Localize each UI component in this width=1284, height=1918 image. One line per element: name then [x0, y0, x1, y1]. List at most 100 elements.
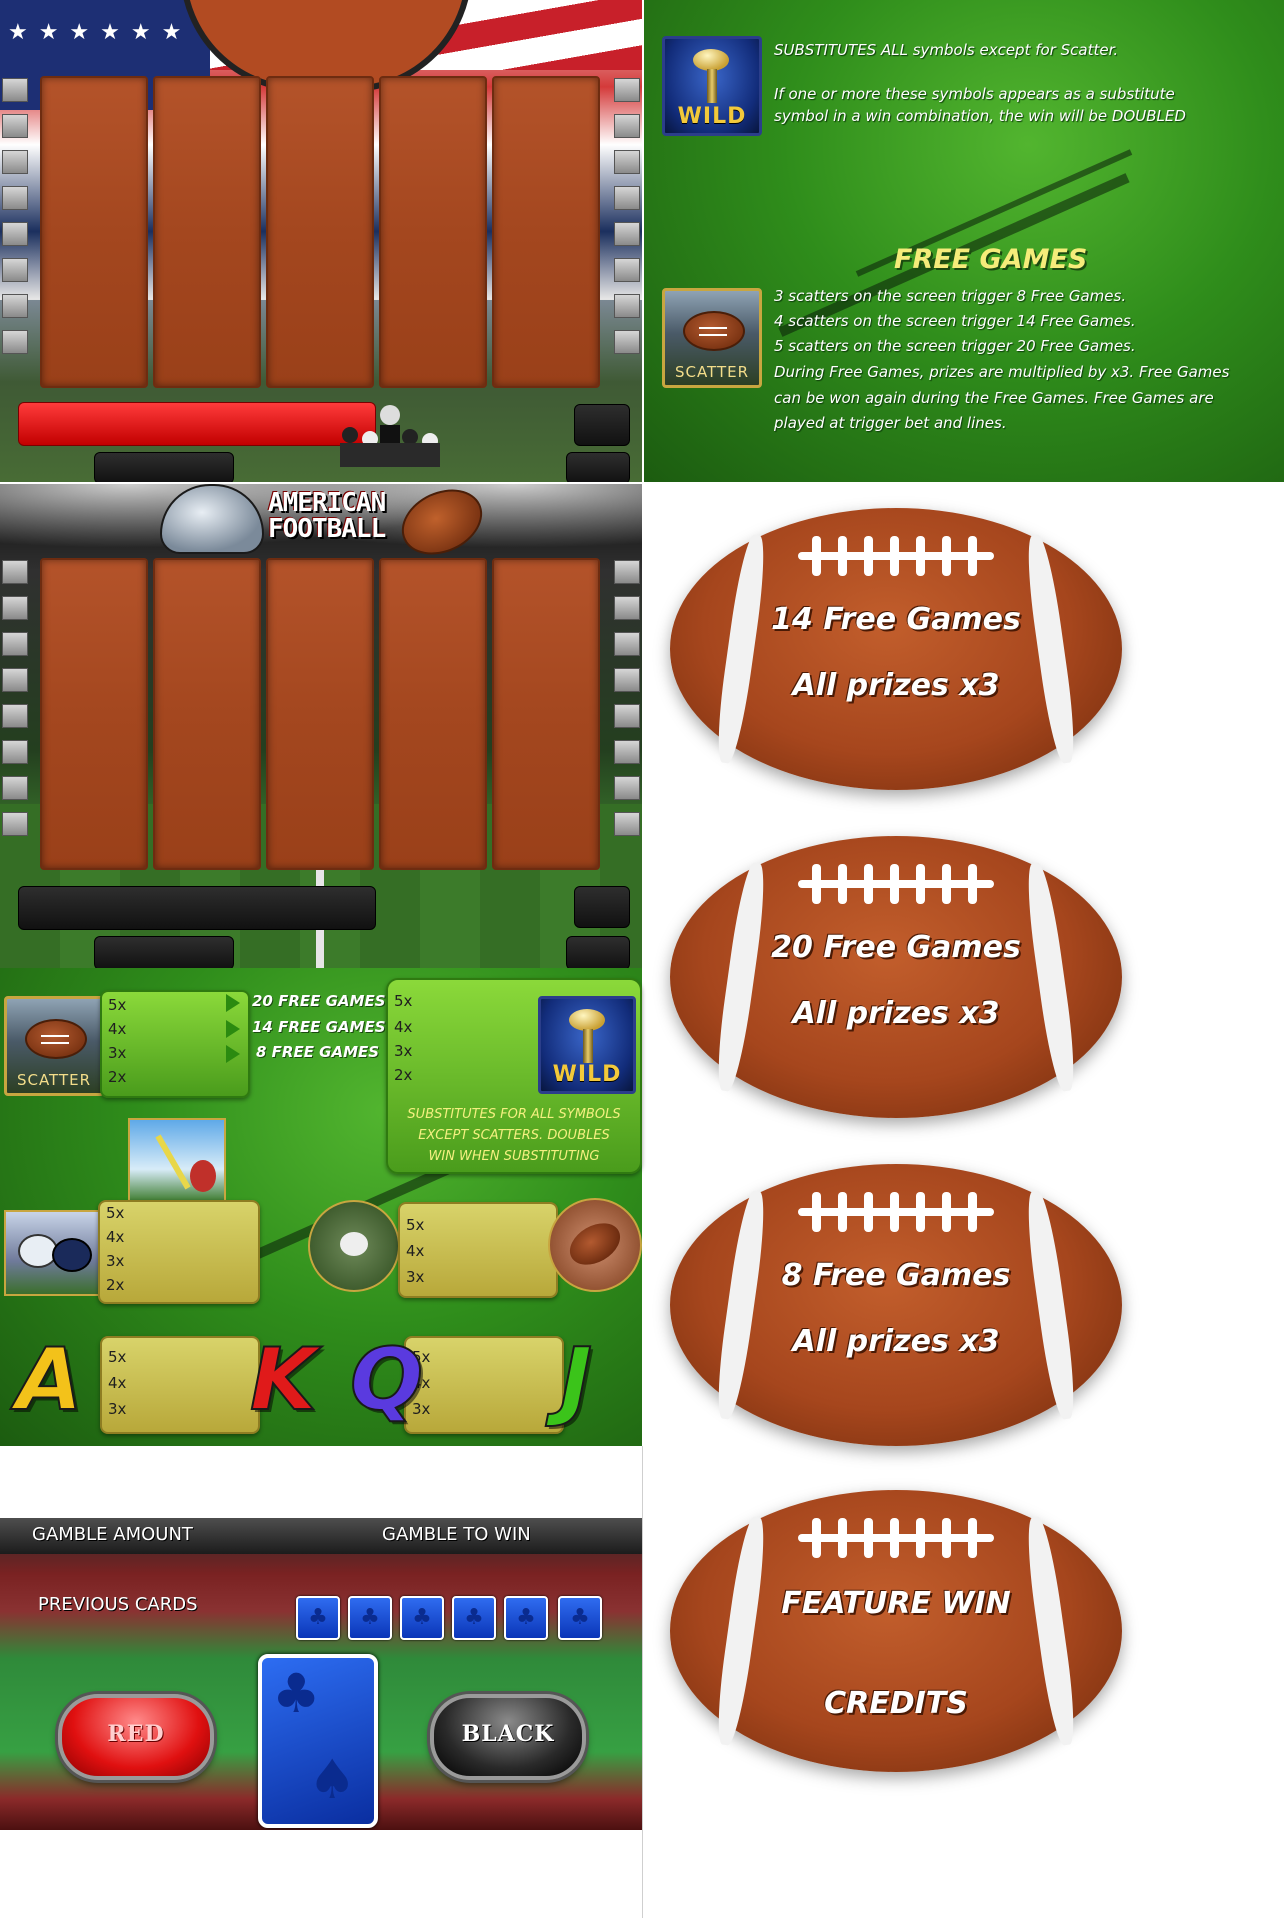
right-payline-markers — [614, 560, 640, 848]
pay-row: 3x — [108, 1044, 127, 1062]
reel-3 — [266, 76, 374, 388]
arrow-icon — [226, 994, 240, 1012]
logo-line-1: AMERICAN — [268, 488, 386, 518]
feature-ball-8: 8 Free Games All prizes x3 — [670, 1164, 1122, 1446]
credit-display — [94, 936, 234, 968]
free-line-1: 3 scatters on the screen trigger 8 Free … — [774, 287, 1127, 305]
gamble-screen: GAMBLE AMOUNT GAMBLE TO WIN PREVIOUS CAR… — [0, 1518, 642, 1830]
spade-icon: ♠ — [308, 1748, 357, 1811]
scatter-symbol-label: SCATTER — [674, 363, 750, 381]
gamble-amount-label: GAMBLE AMOUNT — [32, 1524, 193, 1545]
pay-row: 3x — [108, 1400, 127, 1418]
wild-symbol-icon: WILD — [662, 36, 762, 136]
tackle-symbol-icon — [308, 1200, 400, 1292]
spin-button[interactable] — [566, 452, 630, 482]
ball-line-1: FEATURE WIN — [781, 1586, 1011, 1621]
laces-icon — [798, 1514, 994, 1562]
pay-row: 4x — [106, 1228, 125, 1246]
reel-5 — [492, 76, 600, 388]
pay-row: 2x — [108, 1068, 127, 1086]
pay-row: 3x — [406, 1268, 425, 1286]
pay-row: 5x — [108, 996, 127, 1014]
pay-row: 5x — [394, 992, 413, 1010]
football-symbol-icon — [548, 1198, 642, 1292]
face-down-card: ♣ ♠ — [258, 1654, 378, 1828]
previous-card-1: ♣ — [296, 1596, 340, 1640]
pay-row: 2x — [106, 1276, 125, 1294]
reel-2 — [153, 558, 261, 870]
feature-ball-14: 14 Free Games All prizes x3 — [670, 508, 1122, 790]
letter-k-symbol: K — [249, 1329, 318, 1431]
letter-a-symbol: A — [15, 1329, 84, 1431]
spin-button[interactable] — [566, 936, 630, 968]
free-games-title: FREE GAMES — [894, 244, 1088, 275]
ball-line-2: All prizes x3 — [792, 1324, 1000, 1359]
scatter-paytable-label: SCATTER — [16, 1071, 92, 1089]
ball-line-2: All prizes x3 — [792, 668, 1000, 703]
laces-icon — [798, 860, 994, 908]
scatter-prize-14: 14 FREE GAMES — [252, 1018, 386, 1036]
previous-card-3: ♣ — [400, 1596, 444, 1640]
reels-screen-stadium: AMERICAN FOOTBALL — [0, 484, 642, 968]
wild-symbol-icon: WILD — [538, 996, 636, 1094]
players-scene — [340, 405, 440, 467]
feature-ball-win: FEATURE WIN CREDITS — [670, 1490, 1122, 1772]
bet-button[interactable] — [574, 404, 630, 446]
pay-row: 4x — [406, 1242, 425, 1260]
wild-note-1: SUBSTITUTES FOR ALL SYMBOLS — [407, 1107, 621, 1122]
ball-line-2: All prizes x3 — [792, 996, 1000, 1031]
arrow-icon — [226, 1020, 240, 1038]
goalpost-symbol-icon — [128, 1118, 226, 1204]
win-message-bar — [18, 886, 376, 930]
reel-4 — [379, 76, 487, 388]
ball-line-1: 20 Free Games — [771, 930, 1021, 965]
reel-2 — [153, 76, 261, 388]
wild-note-3: WIN WHEN SUBSTITUTING — [428, 1149, 600, 1164]
arrow-icon — [226, 1045, 240, 1063]
pay-row: 4x — [108, 1020, 127, 1038]
reel-5 — [492, 558, 600, 870]
red-button[interactable]: RED — [58, 1694, 214, 1780]
scatter-prize-20: 20 FREE GAMES — [252, 992, 386, 1010]
pay-row: 2x — [394, 1066, 413, 1084]
free-line-6: played at trigger bet and lines. — [774, 414, 1007, 432]
left-payline-markers — [2, 560, 28, 848]
bet-button[interactable] — [574, 886, 630, 928]
pay-row: 5x — [108, 1348, 127, 1366]
letter-j-symbol: J — [559, 1329, 593, 1431]
helmets-pay-box: 5x 4x 3x 2x — [98, 1200, 260, 1304]
scatter-symbol-icon: SCATTER — [4, 996, 104, 1096]
previous-card-5: ♣ — [504, 1596, 548, 1640]
ball-line-2: CREDITS — [824, 1686, 968, 1721]
black-button[interactable]: BLACK — [430, 1694, 586, 1780]
reel-3 — [266, 558, 374, 870]
wild-note-2: EXCEPT SCATTERS. DOUBLES — [418, 1128, 610, 1143]
pay-row: 5x — [106, 1204, 125, 1222]
ak-pay-box: 5x 4x 3x — [100, 1336, 260, 1434]
previous-card-6: ♣ — [558, 1596, 602, 1640]
ball-line-1: 8 Free Games — [781, 1258, 1011, 1293]
reel-4 — [379, 558, 487, 870]
helmets-symbol-icon — [4, 1210, 100, 1296]
reels-screen-flag — [0, 0, 642, 482]
qj-pay-box: 5x 4x 3x — [404, 1336, 564, 1434]
divider-line — [642, 1446, 643, 1918]
ball-line-1: 14 Free Games — [771, 602, 1021, 637]
free-line-2: 4 scatters on the screen trigger 14 Free… — [774, 312, 1136, 330]
reel-1 — [40, 558, 148, 870]
reel-1 — [40, 76, 148, 388]
laces-icon — [798, 532, 994, 580]
left-payline-markers — [2, 78, 28, 366]
right-payline-markers — [614, 78, 640, 366]
pay-row: 3x — [106, 1252, 125, 1270]
previous-card-4: ♣ — [452, 1596, 496, 1640]
game-logo: AMERICAN FOOTBALL — [268, 490, 408, 542]
laces-icon — [798, 1188, 994, 1236]
pay-row: 4x — [108, 1374, 127, 1392]
scatter-symbol-icon: SCATTER — [662, 288, 762, 388]
logo-line-2: FOOTBALL — [268, 514, 386, 544]
wild-paytable-label: WILD — [552, 1062, 622, 1087]
feature-ball-20: 20 Free Games All prizes x3 — [670, 836, 1122, 1118]
free-line-4: During Free Games, prizes are multiplied… — [774, 363, 1230, 381]
wild-note: SUBSTITUTES FOR ALL SYMBOLS EXCEPT SCATT… — [388, 1104, 640, 1167]
